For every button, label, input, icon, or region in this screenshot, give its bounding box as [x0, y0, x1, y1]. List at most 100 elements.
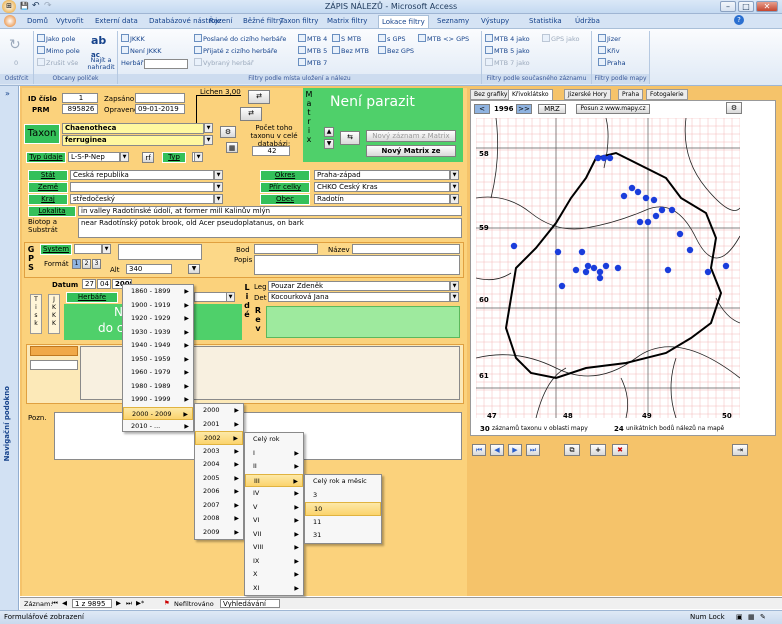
menu-tab-11[interactable]: Statistika	[526, 15, 565, 28]
month-menu-item[interactable]: VII ▶	[245, 528, 303, 542]
decade-menu-item[interactable]: 1940 - 1949 ▶	[123, 339, 193, 353]
day-menu-item[interactable]: 31	[305, 529, 381, 543]
year-menu[interactable]: 2000 ▶ 2001 ▶ 2002 ▶ 2003 ▶ 2004 ▶ 2005 ▶ 2006 ▶ 2007 ▶…	[194, 403, 244, 540]
rev-field[interactable]	[266, 306, 460, 338]
decade-menu-item[interactable]: 1980 - 1989 ▶	[123, 380, 193, 394]
jizer-button[interactable]: Jizer	[598, 34, 621, 45]
menu-tab-7[interactable]: Matrix filtry	[324, 15, 370, 28]
record-dot[interactable]	[600, 154, 608, 162]
obec-label[interactable]: Obec	[260, 194, 310, 205]
map-tab-4[interactable]: Fotogalerie	[646, 89, 688, 100]
praha-button[interactable]: Praha	[598, 58, 626, 69]
novy-zaznam-button[interactable]: Nový záznam z Matrix	[366, 130, 456, 142]
map-canvas[interactable]	[476, 118, 740, 418]
okres-field[interactable]: Praha-západ	[314, 170, 450, 180]
map-mrz-button[interactable]: MRZ	[538, 104, 566, 114]
navigation-pane[interactable]: » Navigační podokno	[0, 86, 19, 610]
gps-jako-button[interactable]: GPS jako	[542, 34, 579, 45]
swap-icon-2[interactable]: ⇄	[240, 107, 262, 121]
mimo-pole-button[interactable]: Mimo pole	[37, 46, 80, 57]
new-record-icon[interactable]: ▶*	[136, 599, 144, 607]
record-dot[interactable]	[628, 184, 636, 192]
first-record-icon[interactable]: ⏮	[52, 599, 58, 608]
record-dot[interactable]	[620, 192, 628, 200]
add-record-icon[interactable]: +	[590, 444, 606, 456]
datum-month-field[interactable]: 04	[97, 279, 111, 289]
orange-button[interactable]	[30, 346, 78, 356]
gps-coord-field[interactable]	[118, 244, 202, 260]
alt-spin-icon[interactable]: ▼	[188, 264, 200, 274]
view-icon-design[interactable]: ✎	[760, 613, 766, 621]
format-2-button[interactable]: 2	[82, 259, 91, 269]
herbar-select[interactable]	[144, 59, 188, 69]
year-menu-item[interactable]: 2005 ▶	[195, 472, 243, 486]
menu-tab-2[interactable]: Externí data	[92, 15, 141, 28]
year-menu-item[interactable]: 2007 ▶	[195, 499, 243, 513]
mtb5-jako-button[interactable]: MTB 5 jako	[485, 46, 530, 57]
record-dot[interactable]	[686, 246, 694, 254]
jako-pole-button[interactable]: Jako pole	[37, 34, 75, 45]
s-mtb-button[interactable]: S MTB	[332, 34, 361, 45]
expand-nav-icon[interactable]: »	[5, 89, 10, 98]
herbare-field[interactable]	[194, 292, 228, 302]
bod-field[interactable]	[254, 244, 318, 254]
chko-dropdown-icon[interactable]: ▼	[450, 182, 459, 192]
month-menu-item[interactable]: VIII ▶	[245, 541, 303, 555]
record-dot[interactable]	[614, 264, 622, 272]
year-menu-item[interactable]: 2003 ▶	[195, 445, 243, 459]
system-label[interactable]: System	[40, 244, 72, 255]
lokalita-field[interactable]: in valley Radotínské údolí, at former mi…	[78, 206, 462, 216]
menu-tab-9[interactable]: Seznamy	[434, 15, 472, 28]
record-dot[interactable]	[578, 248, 586, 256]
record-dot[interactable]	[582, 268, 590, 276]
kriv-button[interactable]: Křiv	[598, 46, 620, 57]
year-menu-item[interactable]: 2009 ▶	[195, 526, 243, 540]
record-dot[interactable]	[596, 274, 604, 282]
typ-dropdown-icon[interactable]: ▼	[194, 152, 203, 162]
last-record-button[interactable]: ⏭	[526, 444, 540, 456]
kraj-field[interactable]: středočeský	[70, 194, 214, 204]
taxon-field-2[interactable]: ferruginea	[62, 135, 204, 146]
s-gps-button[interactable]: s GPS	[378, 34, 406, 45]
month-menu-item[interactable]: XI ▶	[245, 582, 303, 596]
kraj-dropdown-icon[interactable]: ▼	[214, 194, 223, 204]
record-position-field[interactable]: 1 z 9895	[72, 599, 112, 608]
down-arrow-icon[interactable]: ▼	[324, 139, 334, 149]
decade-menu-item[interactable]: 1990 - 1999 ▶	[123, 393, 193, 407]
jkkk-button[interactable]: JKKK	[121, 34, 145, 45]
datum-day-field[interactable]: 27	[82, 279, 96, 289]
record-dot[interactable]	[606, 154, 614, 162]
posun-button[interactable]: Posun z www.mapy.cz	[576, 104, 650, 114]
prev-record-icon[interactable]: ◀	[62, 599, 67, 607]
year-menu-item[interactable]: 2004 ▶	[195, 458, 243, 472]
day-menu-item[interactable]: 11	[305, 516, 381, 530]
zrusit-vse-button[interactable]: Zrušit vše	[37, 58, 78, 69]
view-icon-form[interactable]: ▣	[736, 613, 743, 621]
decade-menu-item[interactable]: 1960 - 1979 ▶	[123, 366, 193, 380]
taxon-dropdown-icon[interactable]: ▼	[204, 123, 213, 133]
swap-icon[interactable]: ⇄	[248, 90, 270, 104]
map-tab-3[interactable]: Praha	[618, 89, 644, 100]
taxon-field-1[interactable]: Chaenotheca	[62, 123, 204, 134]
det-dropdown-icon[interactable]: ▼	[450, 292, 459, 302]
filter-status[interactable]: Nefiltrováno	[174, 600, 214, 608]
menu-tab-8[interactable]: Lokace filtry	[378, 15, 429, 28]
day-menu-item[interactable]: 10	[305, 502, 381, 516]
okres-dropdown-icon[interactable]: ▼	[450, 170, 459, 180]
record-dot[interactable]	[676, 230, 684, 238]
map-filter-icon[interactable]: ⚙	[726, 102, 742, 114]
decade-menu-item[interactable]: 2000 - 2009 ▶	[123, 406, 193, 420]
map-tab-2[interactable]: Jizerské Hory	[564, 89, 611, 100]
decade-menu-item[interactable]: 1950 - 1959 ▶	[123, 353, 193, 367]
chko-field[interactable]: CHKO Český Kras	[314, 182, 450, 192]
year-menu-item[interactable]: 2001 ▶	[195, 418, 243, 432]
bez-mtb-button[interactable]: Bez MTB	[332, 46, 369, 57]
month-menu-item[interactable]: VI ▶	[245, 514, 303, 528]
maximize-button[interactable]: □	[738, 1, 754, 12]
month-menu-item[interactable]: IX ▶	[245, 555, 303, 569]
month-menu-item[interactable]: I ▶	[245, 447, 303, 461]
lokalita-label[interactable]: Lokalita	[28, 206, 76, 217]
det-field[interactable]: Kocourková Jana	[268, 292, 450, 302]
view-icon-datasheet[interactable]: ▦	[748, 613, 755, 621]
stat-dropdown-icon[interactable]: ▼	[214, 170, 223, 180]
